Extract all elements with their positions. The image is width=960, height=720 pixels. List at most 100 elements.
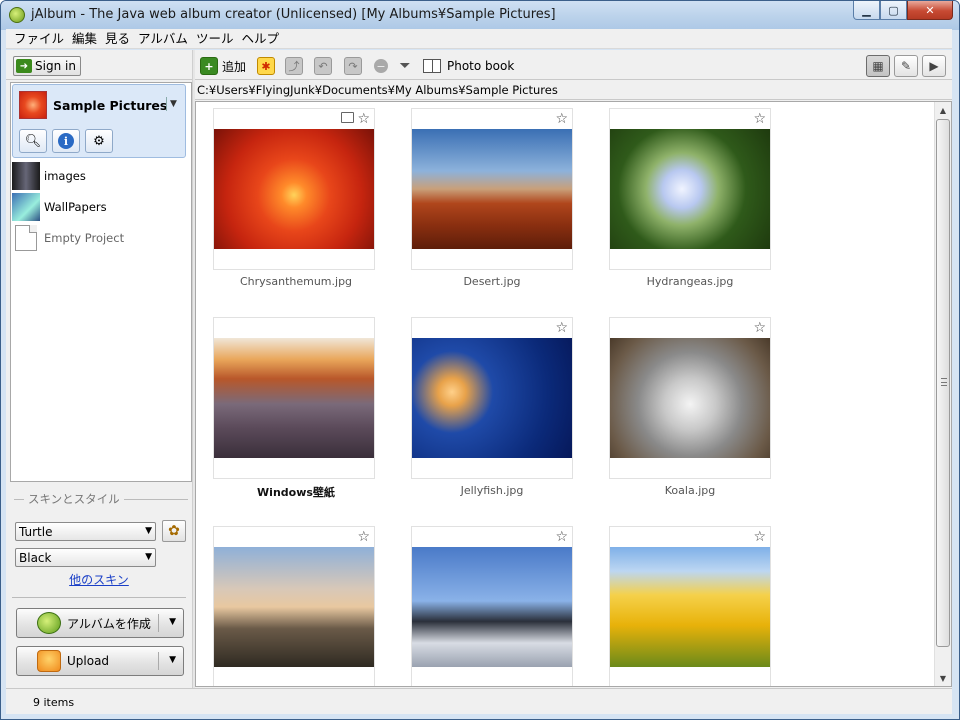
photo-book-button[interactable]: Photo book (423, 56, 514, 76)
thumbnail-item[interactable]: ☆ (213, 526, 375, 686)
project-label: Empty Project (44, 231, 125, 245)
make-album-label: アルバムを作成 (67, 616, 151, 631)
chevron-down-icon[interactable]: ▼ (169, 617, 176, 627)
star-icon[interactable]: ☆ (555, 529, 568, 545)
upload-icon (37, 650, 61, 672)
rotate-right-icon: ↷ (344, 57, 362, 75)
thumbnail-item[interactable] (213, 317, 375, 479)
scroll-up-arrow-icon[interactable]: ▲ (935, 102, 951, 118)
current-project-name: Sample Pictures (53, 98, 168, 113)
scroll-down-arrow-icon[interactable]: ▼ (935, 670, 951, 686)
thumbnail-item[interactable]: ☆ (411, 526, 573, 686)
thumbnail-image (610, 129, 770, 249)
project-menu-dropdown[interactable]: ▼ (166, 97, 180, 111)
rotate-right-button[interactable]: ↷ (344, 56, 362, 76)
menu-help[interactable]: ヘルプ (237, 29, 283, 49)
upload-label: Upload (67, 654, 110, 668)
star-icon[interactable]: ☆ (753, 529, 766, 545)
menu-edit[interactable]: 編集 (68, 29, 101, 49)
info-icon[interactable]: i (52, 129, 80, 153)
more-skins-link[interactable]: 他のスキン (6, 571, 192, 588)
star-icon[interactable]: ☆ (753, 111, 766, 127)
thumbnail-item[interactable]: ☆ (411, 317, 573, 479)
sign-in-button[interactable]: ➜ Sign in (13, 56, 81, 76)
book-icon (423, 59, 441, 73)
chevron-down-icon[interactable]: ▼ (169, 655, 176, 665)
filter-icon: ⏷ (399, 58, 411, 74)
skin-select-value: Turtle (19, 524, 53, 539)
project-thumbnail (12, 193, 40, 221)
skin-settings-button[interactable]: ✿ (162, 520, 186, 542)
upload-button[interactable]: Upload ▼ (16, 646, 184, 676)
search-icon[interactable]: 🔍︎ (19, 129, 47, 153)
project-thumbnail (12, 162, 40, 190)
star-icon[interactable]: ☆ (555, 111, 568, 127)
divider (158, 614, 159, 632)
current-project-card[interactable]: Sample Pictures ▼ 🔍︎ i ⚙︎ (12, 84, 186, 158)
project-list: Sample Pictures ▼ 🔍︎ i ⚙︎ images WallPap… (10, 82, 192, 482)
thumbnail-gallery: ☆ Chrysanthemum.jpg ☆ Desert.jpg ☆ Hydra… (195, 101, 952, 687)
exclude-button[interactable]: − (372, 56, 390, 76)
thumbnail-image (610, 338, 770, 458)
scrollbar-thumb[interactable] (936, 119, 950, 647)
skin-section-header: スキンとスタイル (14, 491, 188, 507)
item-count: 9 items (33, 696, 75, 709)
toolbar: + 追加 ✱ ⤴ ↶ ↷ − ⏷ Photo book ▦ ✎ ▶ (195, 50, 952, 80)
close-button[interactable]: ✕ (907, 1, 953, 20)
add-label: 追加 (222, 59, 247, 74)
vertical-scrollbar[interactable]: ▲ ▼ (934, 102, 951, 686)
status-bar: 9 items (6, 688, 952, 714)
add-icon: + (200, 57, 218, 75)
project-item-empty[interactable]: Empty Project (12, 223, 186, 253)
slideshow-view-button[interactable]: ▶ (922, 55, 946, 77)
up-folder-button[interactable]: ⤴ (285, 56, 303, 76)
make-album-button[interactable]: アルバムを作成 ▼ (16, 608, 184, 638)
thumbnail-item[interactable]: ☆ (609, 317, 771, 479)
title-bar[interactable]: jAlbum - The Java web album creator (Unl… (1, 1, 959, 30)
thumbnail-item[interactable]: ☆ (609, 526, 771, 686)
thumbnail-image (214, 547, 374, 667)
grid-view-button[interactable]: ▦ (866, 55, 890, 77)
window-title: jAlbum - The Java web album creator (Unl… (31, 7, 556, 22)
path-bar: C:¥Users¥FlyingJunk¥Documents¥My Albums¥… (195, 81, 952, 100)
maximize-button[interactable]: ▢ (880, 1, 907, 20)
folder-icon[interactable] (341, 112, 354, 123)
star-icon[interactable]: ☆ (357, 529, 370, 545)
frog-icon (37, 612, 61, 634)
project-item-wallpapers[interactable]: WallPapers (12, 192, 186, 222)
settings-icon[interactable]: ⚙︎ (85, 129, 113, 153)
divider (158, 652, 159, 670)
rotate-left-button[interactable]: ↶ (314, 56, 332, 76)
menu-bar: ファイル 編集 見る アルバム ツール ヘルプ (6, 29, 952, 49)
style-select-value: Black (19, 550, 52, 565)
star-icon[interactable]: ☆ (555, 320, 568, 336)
sign-in-arrow-icon: ➜ (16, 59, 32, 73)
thumbnail-label: Windows壁紙 (257, 486, 335, 499)
thumbnail-item[interactable]: ☆ (213, 108, 375, 270)
star-icon: ✱ (257, 57, 275, 75)
left-panel: ➜ Sign in Sample Pictures ▼ 🔍︎ i ⚙︎ imag… (6, 50, 192, 688)
thumbnail-label: Chrysanthemum.jpg (239, 275, 353, 288)
thumbnail-image (610, 547, 770, 667)
star-icon[interactable]: ☆ (753, 320, 766, 336)
filter-button[interactable]: ⏷ (396, 56, 414, 76)
thumbnail-item[interactable]: ☆ (609, 108, 771, 270)
edit-view-button[interactable]: ✎ (894, 55, 918, 77)
new-star-button[interactable]: ✱ (257, 56, 275, 76)
thumbnail-image (412, 129, 572, 249)
thumbnail-item[interactable]: ☆ (411, 108, 573, 270)
style-select[interactable]: Black ▼ (15, 548, 156, 567)
menu-tools[interactable]: ツール (192, 29, 238, 49)
thumbnail-image (412, 547, 572, 667)
minimize-button[interactable]: ▁ (853, 1, 880, 20)
star-icon[interactable]: ☆ (357, 111, 370, 127)
menu-album[interactable]: アルバム (134, 29, 192, 49)
rotate-left-icon: ↶ (314, 57, 332, 75)
skin-select[interactable]: Turtle ▼ (15, 522, 156, 541)
project-thumbnail (19, 91, 47, 119)
menu-view[interactable]: 見る (101, 29, 134, 49)
menu-file[interactable]: ファイル (10, 29, 68, 49)
sign-in-label: Sign in (35, 59, 76, 73)
add-button[interactable]: + 追加 (200, 56, 246, 76)
project-item-images[interactable]: images (12, 161, 186, 191)
